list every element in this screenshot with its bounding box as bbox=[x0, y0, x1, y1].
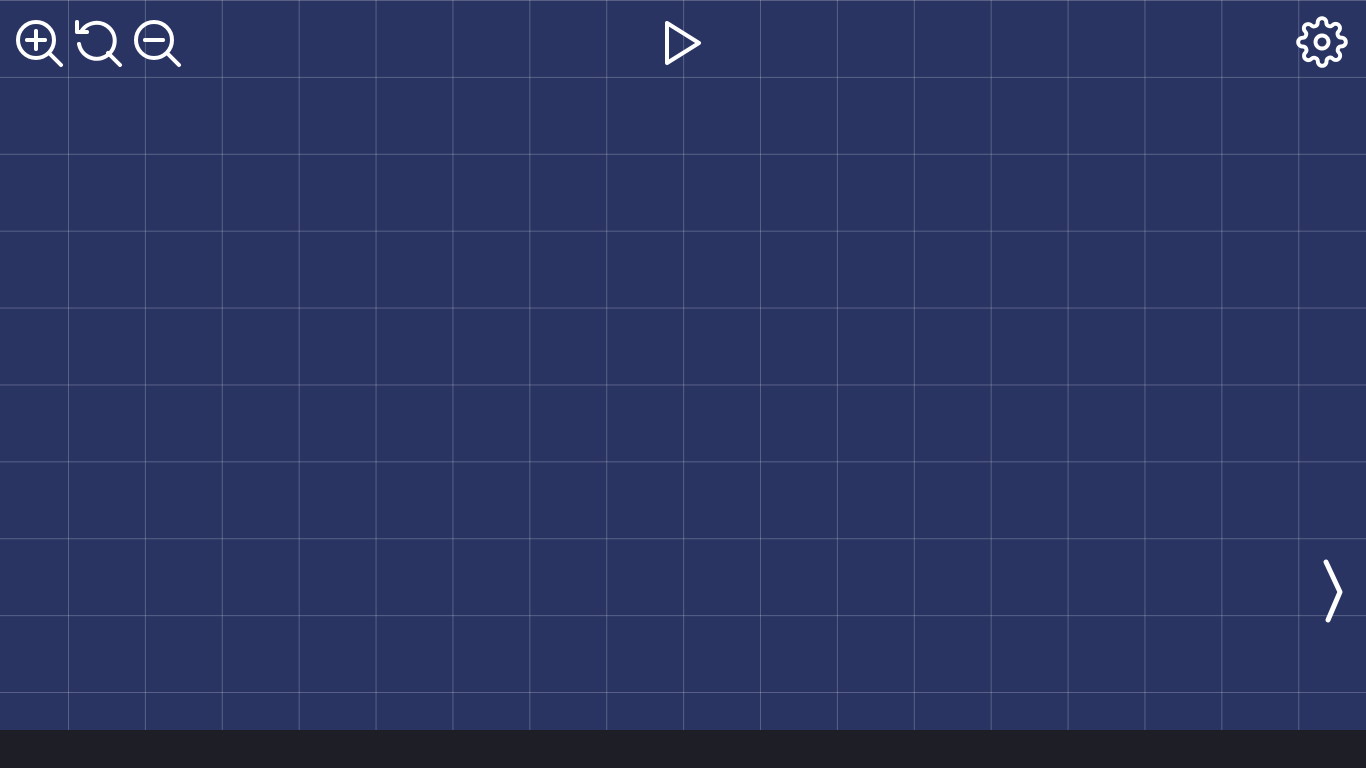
zoom-in-icon bbox=[12, 16, 64, 68]
reset-zoom-button[interactable] bbox=[71, 16, 123, 68]
chevron-right-icon bbox=[1314, 558, 1350, 626]
play-icon bbox=[657, 17, 709, 69]
zoom-out-icon bbox=[130, 16, 182, 68]
gear-icon bbox=[1296, 16, 1348, 68]
bottom-bar bbox=[0, 730, 1366, 768]
zoom-in-button[interactable] bbox=[12, 16, 64, 68]
expand-panel-button[interactable] bbox=[1314, 558, 1350, 626]
grid-canvas[interactable] bbox=[0, 0, 1366, 730]
settings-button[interactable] bbox=[1296, 16, 1348, 68]
play-button[interactable] bbox=[657, 17, 709, 69]
reset-zoom-icon bbox=[71, 16, 123, 68]
zoom-out-button[interactable] bbox=[130, 16, 182, 68]
